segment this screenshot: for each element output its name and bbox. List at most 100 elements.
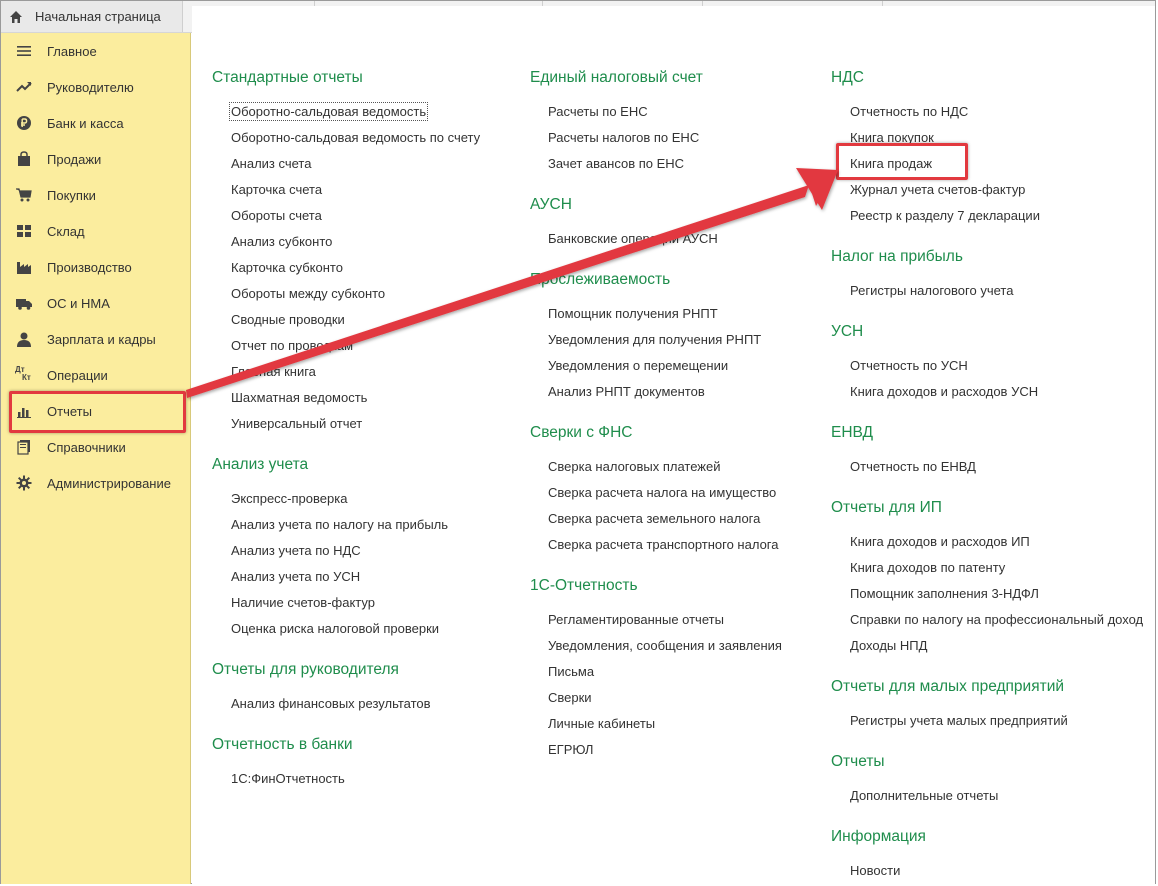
sidebar: Главное Руководителю Банк и касса Продаж… bbox=[1, 33, 191, 884]
link-trial-balance[interactable]: Оборотно-сальдовая ведомость bbox=[228, 102, 429, 121]
link-3ndfl-assistant[interactable]: Помощник заполнения 3-НДФЛ bbox=[850, 586, 1039, 601]
sidebar-item-label: Склад bbox=[47, 223, 85, 239]
home-tab[interactable]: Начальная страница bbox=[1, 1, 183, 32]
link-npd-income[interactable]: Доходы НПД bbox=[850, 638, 927, 653]
link-financial-results[interactable]: Анализ финансовых результатов bbox=[231, 696, 431, 711]
section-title-ausn: АУСН bbox=[530, 196, 572, 213]
sidebar-item-bank[interactable]: Банк и касса bbox=[1, 105, 190, 141]
gear-icon bbox=[16, 475, 32, 491]
sidebar-item-label: Покупки bbox=[47, 187, 96, 203]
section-title-ip-reports: Отчеты для ИП bbox=[831, 499, 942, 516]
sidebar-item-label: ОС и НМА bbox=[47, 295, 110, 311]
link-land-tax-reconciliation[interactable]: Сверка расчета земельного налога bbox=[548, 511, 760, 526]
link-usn-income-book[interactable]: Книга доходов и расходов УСН bbox=[850, 384, 1038, 399]
sidebar-item-label: Администрирование bbox=[47, 475, 171, 491]
section-title-bank-reporting: Отчетность в банки bbox=[212, 736, 353, 753]
sidebar-item-label: Операции bbox=[47, 367, 108, 383]
sidebar-item-label: Главное bbox=[47, 43, 97, 59]
bag-icon bbox=[16, 151, 32, 167]
link-additional-reports[interactable]: Дополнительные отчеты bbox=[850, 788, 998, 803]
link-ens-tax-settlements[interactable]: Расчеты налогов по ЕНС bbox=[548, 130, 699, 145]
link-summary-entries[interactable]: Сводные проводки bbox=[231, 312, 345, 327]
sidebar-item-operations[interactable]: Дт Кт Операции bbox=[1, 357, 190, 393]
link-section7-register[interactable]: Реестр к разделу 7 декларации bbox=[850, 208, 1040, 223]
link-small-business-registers[interactable]: Регистры учета малых предприятий bbox=[850, 713, 1068, 728]
link-subconto-card[interactable]: Карточка субконто bbox=[231, 260, 343, 275]
sales-book-highlight-box bbox=[836, 143, 968, 180]
link-letters[interactable]: Письма bbox=[548, 664, 594, 679]
sidebar-item-fixed-assets[interactable]: ОС и НМА bbox=[1, 285, 190, 321]
link-subconto-analysis[interactable]: Анализ субконто bbox=[231, 234, 332, 249]
link-profit-tax-analysis[interactable]: Анализ учета по налогу на прибыль bbox=[231, 517, 448, 532]
link-universal-report[interactable]: Универсальный отчет bbox=[231, 416, 362, 431]
sidebar-item-manager[interactable]: Руководителю bbox=[1, 69, 190, 105]
sidebar-item-directories[interactable]: Справочники bbox=[1, 429, 190, 465]
link-rnpt-assistant[interactable]: Помощник получения РНПТ bbox=[548, 306, 718, 321]
link-ens-advance-offset[interactable]: Зачет авансов по ЕНС bbox=[548, 156, 684, 171]
link-usn-analysis[interactable]: Анализ учета по УСН bbox=[231, 569, 360, 584]
link-vat-reporting[interactable]: Отчетность по НДС bbox=[850, 104, 968, 119]
link-property-tax-reconciliation[interactable]: Сверка расчета налога на имущество bbox=[548, 485, 776, 500]
link-rnpt-docs-analysis[interactable]: Анализ РНПТ документов bbox=[548, 384, 705, 399]
section-title-manager-reports: Отчеты для руководителя bbox=[212, 661, 399, 678]
link-entries-report[interactable]: Отчет по проводкам bbox=[231, 338, 353, 353]
sidebar-item-salary[interactable]: Зарплата и кадры bbox=[1, 321, 190, 357]
link-egrul[interactable]: ЕГРЮЛ bbox=[548, 742, 593, 757]
sidebar-item-administration[interactable]: Администрирование bbox=[1, 465, 190, 501]
link-chess-statement[interactable]: Шахматная ведомость bbox=[231, 390, 367, 405]
link-movement-notifications[interactable]: Уведомления о перемещении bbox=[548, 358, 728, 373]
link-rnpt-notifications[interactable]: Уведомления для получения РНПТ bbox=[548, 332, 761, 347]
link-news[interactable]: Новости bbox=[850, 863, 900, 878]
trend-icon bbox=[16, 79, 32, 95]
link-envd-reporting[interactable]: Отчетность по ЕНВД bbox=[850, 459, 976, 474]
section-title-standard-reports: Стандартные отчеты bbox=[212, 69, 363, 86]
link-ausn-bank-operations[interactable]: Банковские операции АУСН bbox=[548, 231, 718, 246]
section-title-accounting-analysis: Анализ учета bbox=[212, 456, 309, 473]
link-notifications-messages[interactable]: Уведомления, сообщения и заявления bbox=[548, 638, 782, 653]
sidebar-item-label: Банк и касса bbox=[47, 115, 124, 131]
menu-icon bbox=[16, 43, 32, 59]
link-ip-income-book[interactable]: Книга доходов и расходов ИП bbox=[850, 534, 1030, 549]
link-tax-payments-reconciliation[interactable]: Сверка налоговых платежей bbox=[548, 459, 721, 474]
grid-icon bbox=[16, 223, 32, 239]
reports-highlight-box bbox=[9, 391, 186, 433]
sidebar-item-warehouse[interactable]: Склад bbox=[1, 213, 190, 249]
home-icon bbox=[9, 10, 23, 24]
link-npd-certificates[interactable]: Справки по налогу на профессиональный до… bbox=[850, 612, 1143, 627]
link-express-check[interactable]: Экспресс-проверка bbox=[231, 491, 347, 506]
sidebar-item-label: Производство bbox=[47, 259, 132, 275]
reports-panel: Стандартные отчеты Оборотно-сальдовая ве… bbox=[192, 6, 1155, 884]
section-title-1c-reporting: 1С-Отчетность bbox=[530, 577, 638, 594]
link-invoice-journal[interactable]: Журнал учета счетов-фактур bbox=[850, 182, 1025, 197]
sidebar-item-main[interactable]: Главное bbox=[1, 33, 190, 69]
link-ens-settlements[interactable]: Расчеты по ЕНС bbox=[548, 104, 648, 119]
sidebar-item-label: Справочники bbox=[47, 439, 126, 455]
link-account-turnover[interactable]: Обороты счета bbox=[231, 208, 322, 223]
link-general-ledger[interactable]: Главная книга bbox=[231, 364, 316, 379]
link-transport-tax-reconciliation[interactable]: Сверка расчета транспортного налога bbox=[548, 537, 778, 552]
section-title-fns-reconciliation: Сверки с ФНС bbox=[530, 424, 633, 441]
link-regulated-reports[interactable]: Регламентированные отчеты bbox=[548, 612, 724, 627]
section-title-vat: НДС bbox=[831, 69, 864, 86]
sidebar-item-label: Продажи bbox=[47, 151, 102, 167]
sidebar-item-purchases[interactable]: Покупки bbox=[1, 177, 190, 213]
link-personal-accounts[interactable]: Личные кабинеты bbox=[548, 716, 655, 731]
link-vat-analysis[interactable]: Анализ учета по НДС bbox=[231, 543, 361, 558]
sidebar-item-production[interactable]: Производство bbox=[1, 249, 190, 285]
link-account-card[interactable]: Карточка счета bbox=[231, 182, 322, 197]
section-title-information: Информация bbox=[831, 828, 926, 845]
section-title-ens: Единый налоговый счет bbox=[530, 69, 703, 86]
factory-icon bbox=[16, 259, 32, 275]
link-usn-reporting[interactable]: Отчетность по УСН bbox=[850, 358, 968, 373]
cart-icon bbox=[16, 187, 32, 203]
link-account-trial-balance[interactable]: Оборотно-сальдовая ведомость по счету bbox=[231, 130, 480, 145]
link-invoices-presence[interactable]: Наличие счетов-фактур bbox=[231, 595, 375, 610]
link-tax-registers[interactable]: Регистры налогового учета bbox=[850, 283, 1013, 298]
link-fin-reporting[interactable]: 1С:ФинОтчетность bbox=[231, 771, 345, 786]
link-reconciliations[interactable]: Сверки bbox=[548, 690, 592, 705]
sidebar-item-sales[interactable]: Продажи bbox=[1, 141, 190, 177]
link-account-analysis[interactable]: Анализ счета bbox=[231, 156, 311, 171]
link-subconto-turnover[interactable]: Обороты между субконто bbox=[231, 286, 385, 301]
link-tax-audit-risk[interactable]: Оценка риска налоговой проверки bbox=[231, 621, 439, 636]
link-patent-income-book[interactable]: Книга доходов по патенту bbox=[850, 560, 1005, 575]
